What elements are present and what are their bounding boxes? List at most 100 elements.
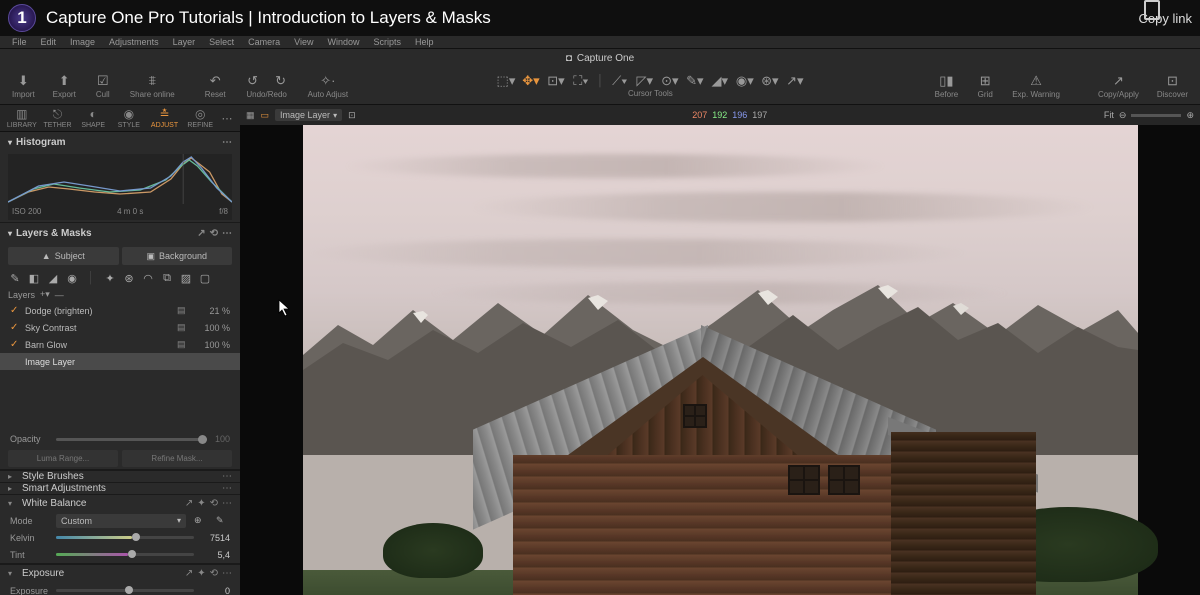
- cursor-tool-pointer[interactable]: ⬚▾: [497, 73, 515, 89]
- panel-more-icon[interactable]: ⋯: [222, 228, 232, 239]
- autoadjust-icon[interactable]: ✧·: [319, 73, 337, 89]
- exposure-value[interactable]: 0: [202, 586, 230, 595]
- tabs-more-icon[interactable]: ⋯: [218, 112, 236, 125]
- tint-slider[interactable]: [56, 553, 194, 556]
- cursor-tool-straighten[interactable]: ⟋▾: [611, 73, 629, 89]
- luma-range-button[interactable]: Luma Range...: [8, 450, 118, 467]
- wb-picker2-icon[interactable]: ✎: [216, 515, 230, 526]
- mask-clear-icon[interactable]: ▢: [198, 271, 212, 285]
- kelvin-slider[interactable]: [56, 536, 194, 539]
- tab-refine[interactable]: ◎REFINE: [182, 105, 218, 131]
- mask-invert-icon[interactable]: ⧉: [160, 271, 174, 285]
- mask-eraser-icon[interactable]: ◧: [27, 271, 41, 285]
- panel-more-icon[interactable]: ⋯: [222, 483, 232, 494]
- export-icon[interactable]: ⬆: [55, 73, 73, 89]
- subject-button[interactable]: ▲Subject: [8, 247, 119, 265]
- menu-scripts[interactable]: Scripts: [374, 37, 402, 47]
- tab-shape[interactable]: ◐SHAPE: [75, 105, 111, 131]
- kelvin-value[interactable]: 7514: [202, 533, 230, 543]
- tab-tether[interactable]: ⎋TETHER: [40, 105, 76, 131]
- reset-icon[interactable]: ↶: [206, 73, 224, 89]
- layer-row[interactable]: Image Layer: [0, 353, 240, 370]
- panel-whitebalance[interactable]: ▾White Balance↗✦⟲⋯: [0, 494, 240, 512]
- youtube-channel-logo[interactable]: 1: [8, 4, 36, 32]
- redo-icon[interactable]: ↻: [272, 73, 290, 89]
- mask-linear-icon[interactable]: ◢: [46, 271, 60, 285]
- mask-feather-icon[interactable]: ◠: [141, 271, 155, 285]
- mask-radial-icon[interactable]: ◉: [65, 271, 79, 285]
- viewer-layer-select[interactable]: Image Layer▾: [275, 109, 342, 121]
- mask-thumb-icon[interactable]: ▤: [177, 322, 189, 333]
- panel-smartadjust[interactable]: ▸Smart Adjustments⋯: [0, 482, 240, 494]
- wb-mode-select[interactable]: Custom▾: [56, 514, 186, 528]
- cursor-tool-crop[interactable]: ⛶▾: [572, 73, 590, 89]
- slider-handle[interactable]: [128, 550, 136, 558]
- check-icon[interactable]: ✓: [10, 339, 20, 350]
- import-icon[interactable]: ⬇: [14, 73, 32, 89]
- panel-more-icon[interactable]: ⋯: [222, 471, 232, 482]
- tab-style[interactable]: ◉STYLE: [111, 105, 147, 131]
- menu-window[interactable]: Window: [327, 37, 359, 47]
- cursor-tool-keystone[interactable]: ◸▾: [636, 73, 654, 89]
- tint-value[interactable]: 5,4: [202, 550, 230, 560]
- slider-handle[interactable]: [198, 435, 207, 444]
- panel-action-icon[interactable]: ↗: [185, 568, 193, 579]
- tab-adjust[interactable]: ≛ADJUST: [147, 105, 183, 131]
- layer-row[interactable]: ✓Barn Glow▤100 %: [0, 336, 240, 353]
- panel-stylebrushes[interactable]: ▸Style Brushes⋯: [0, 470, 240, 482]
- cursor-tool-heal[interactable]: ⊛▾: [761, 73, 779, 89]
- cursor-tool-gradient[interactable]: ◢▾: [711, 73, 729, 89]
- menu-adjustments[interactable]: Adjustments: [109, 37, 159, 47]
- layer-row[interactable]: ✓Sky Contrast▤100 %: [0, 319, 240, 336]
- menu-select[interactable]: Select: [209, 37, 234, 47]
- cursor-tool-hand[interactable]: ✥▾: [522, 73, 540, 89]
- zoom-slider[interactable]: [1131, 114, 1181, 117]
- check-icon[interactable]: ✓: [10, 322, 20, 333]
- menu-image[interactable]: Image: [70, 37, 95, 47]
- cursor-tool-loupe[interactable]: ⊡▾: [547, 73, 565, 89]
- expwarn-icon[interactable]: ⚠: [1027, 73, 1045, 89]
- slider-handle[interactable]: [125, 586, 133, 594]
- grid-icon[interactable]: ⊞: [976, 73, 994, 89]
- background-button[interactable]: ▣Background: [122, 247, 233, 265]
- panel-action-icon[interactable]: ✦: [197, 568, 205, 579]
- opacity-slider[interactable]: [56, 438, 207, 441]
- cursor-tool-brush[interactable]: ✎▾: [686, 73, 704, 89]
- menu-help[interactable]: Help: [415, 37, 434, 47]
- chevron-down-icon[interactable]: ▾: [8, 138, 12, 147]
- copy-link-icon[interactable]: [1144, 0, 1160, 20]
- panel-exposure[interactable]: ▾Exposure↗✦⟲⋯: [0, 564, 240, 582]
- exposure-slider[interactable]: [56, 589, 194, 592]
- wb-picker-icon[interactable]: ⊕: [194, 515, 208, 526]
- slider-handle[interactable]: [132, 533, 140, 541]
- before-icon[interactable]: ▯▮: [937, 73, 955, 89]
- viewer-single-icon[interactable]: ▭: [261, 110, 270, 121]
- panel-action-icon[interactable]: ↗: [185, 498, 193, 509]
- panel-action-icon[interactable]: ⟲: [210, 498, 218, 509]
- copyapply-icon[interactable]: ↗: [1109, 73, 1127, 89]
- mask-brush-icon[interactable]: ✎: [8, 271, 22, 285]
- panel-more-icon[interactable]: ⋯: [222, 568, 232, 579]
- panel-more-icon[interactable]: ⋯: [222, 498, 232, 509]
- cursor-tool-arrow[interactable]: ↗▾: [786, 73, 804, 89]
- image-viewport[interactable]: [303, 125, 1138, 595]
- menu-edit[interactable]: Edit: [41, 37, 57, 47]
- undo-icon[interactable]: ↺: [244, 73, 262, 89]
- panel-more-icon[interactable]: ⋯: [222, 137, 232, 148]
- cursor-tool-spot[interactable]: ⊙▾: [661, 73, 679, 89]
- share-icon[interactable]: ⩨: [143, 73, 161, 89]
- menu-layer[interactable]: Layer: [173, 37, 196, 47]
- chevron-down-icon[interactable]: ▾: [8, 229, 12, 238]
- layer-row[interactable]: ✓Dodge (brighten)▤21 %: [0, 302, 240, 319]
- panel-action-2-icon[interactable]: ⟲: [210, 228, 218, 239]
- panel-action-icon[interactable]: ✦: [197, 498, 205, 509]
- discover-icon[interactable]: ⊡: [1163, 73, 1181, 89]
- remove-layer-icon[interactable]: —: [55, 290, 64, 300]
- menu-file[interactable]: File: [12, 37, 27, 47]
- menu-view[interactable]: View: [294, 37, 313, 47]
- mask-fill-icon[interactable]: ▨: [179, 271, 193, 285]
- panel-action-1-icon[interactable]: ↗: [197, 228, 205, 239]
- proof-icon[interactable]: ⊡: [348, 110, 356, 121]
- cull-icon[interactable]: ☑: [94, 73, 112, 89]
- menu-camera[interactable]: Camera: [248, 37, 280, 47]
